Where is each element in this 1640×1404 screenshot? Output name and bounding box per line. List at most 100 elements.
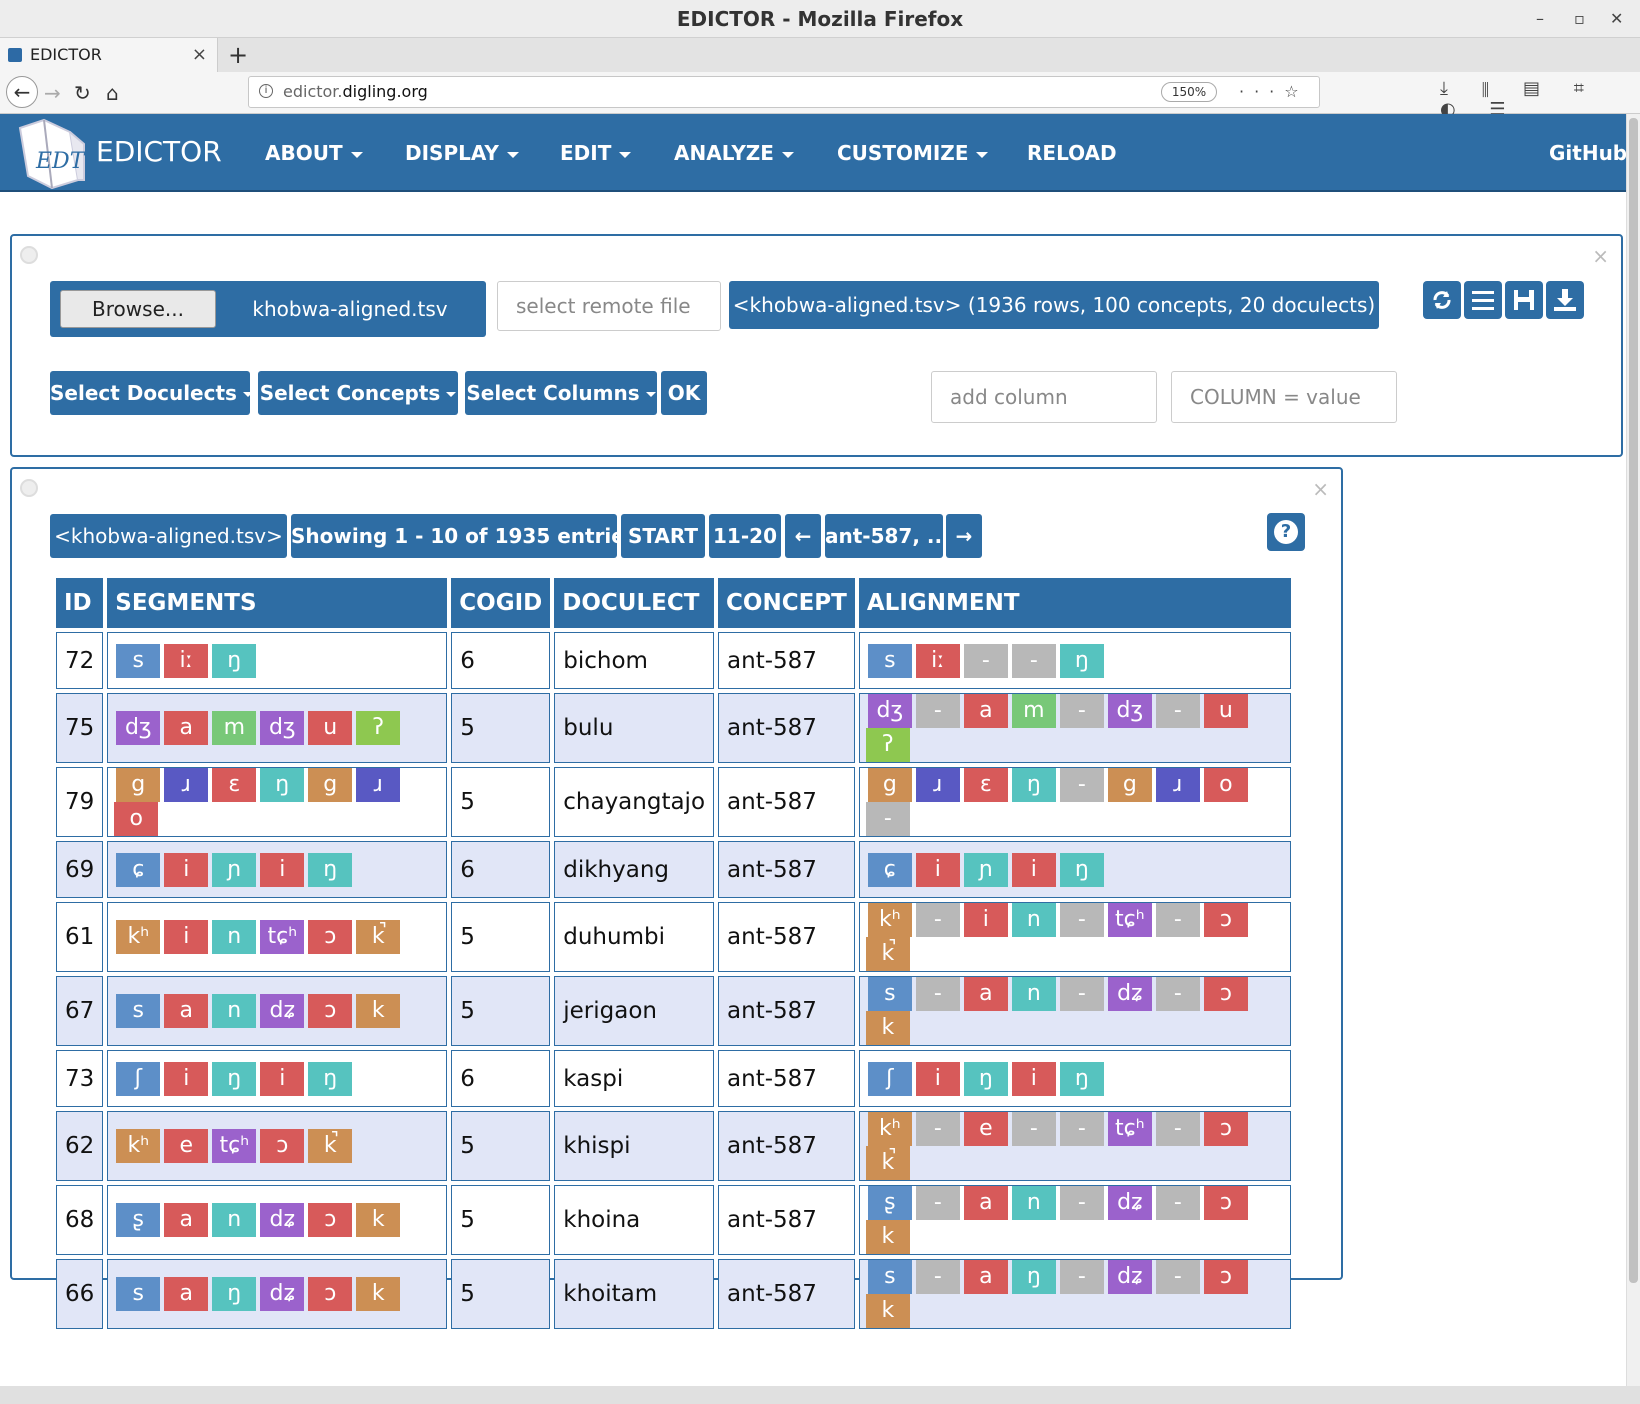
cell-id[interactable]: 75 <box>56 693 104 763</box>
cell-alignment[interactable]: ʃiŋiŋ <box>858 1050 1291 1107</box>
segment-token[interactable]: i <box>164 920 209 954</box>
segment-token[interactable]: dʒ <box>867 694 912 728</box>
segment-token[interactable]: ŋ <box>212 1277 257 1311</box>
segment-token[interactable]: - <box>1059 1260 1104 1294</box>
col-concept[interactable]: CONCEPT <box>718 578 855 628</box>
menu-analyze[interactable]: ANALYZE <box>674 138 794 168</box>
cell-alignment[interactable]: ʂ - a n - dʑ - ɔk <box>858 1185 1291 1255</box>
cell-segments[interactable]: dʒ a m dʒ u ʔ <box>107 693 448 763</box>
back-icon[interactable]: ← <box>6 76 38 108</box>
segment-token[interactable]: ɕ <box>116 852 161 887</box>
close-file-panel-icon[interactable]: × <box>1592 244 1609 268</box>
menu-edit[interactable]: EDIT <box>560 138 632 168</box>
cell-segments[interactable]: s a ŋ dʑ ɔ k <box>107 1259 448 1329</box>
segment-token[interactable]: s <box>116 994 161 1028</box>
segment-token[interactable]: i <box>164 852 209 887</box>
concept-nav-button[interactable]: ant-587, ... <box>825 514 950 558</box>
segment-token[interactable]: - <box>963 643 1008 678</box>
table-row[interactable]: 69 ɕ i ɲ i ŋ 6 dikhyang ant-587 ɕ i ɲ i ŋ <box>56 841 1291 898</box>
close-tab-icon[interactable]: × <box>192 38 207 72</box>
col-doculect[interactable]: DOCULECT <box>554 578 715 628</box>
segment-token[interactable]: - <box>1059 977 1104 1011</box>
segment-token[interactable]: ʂ <box>116 1203 161 1237</box>
segment-token[interactable]: k̚ <box>865 1146 910 1180</box>
segment-token[interactable]: o <box>114 802 159 836</box>
segment-token[interactable]: i <box>260 852 305 887</box>
reload-icon[interactable]: ↻ <box>74 78 91 108</box>
filter-input[interactable]: COLUMN = value <box>1171 371 1397 423</box>
segment-token[interactable]: ŋ <box>1011 768 1056 802</box>
segment-token[interactable]: n <box>1011 977 1056 1011</box>
segment-token[interactable]: - <box>1155 1186 1200 1220</box>
cell-id[interactable]: 73 <box>56 1050 104 1107</box>
segment-token[interactable]: ɔ <box>308 1203 353 1237</box>
segment-token[interactable]: dʒ <box>1107 694 1152 728</box>
segment-token[interactable]: - <box>1155 1112 1200 1146</box>
segment-token[interactable]: g <box>1107 768 1152 802</box>
table-row[interactable]: 79 g ɹ ɛ ŋ g ɹo 5 chayangtajo ant-587 g ɹ ɛ ŋ - g ɹ o- <box>56 767 1291 837</box>
cell-alignment[interactable]: g ɹ ɛ ŋ - g ɹ o- <box>858 767 1291 837</box>
segment-token[interactable]: ɔ <box>1203 903 1248 937</box>
cell-cogid[interactable]: 5 <box>451 1111 551 1181</box>
segment-token[interactable]: kʰ <box>867 1112 912 1146</box>
cell-alignment[interactable]: kʰ - e - - tɕʰ - ɔk̚ <box>858 1111 1291 1181</box>
segment-token[interactable]: kʰ <box>116 1129 161 1163</box>
ok-button[interactable]: OK <box>661 371 707 415</box>
segment-token[interactable]: ɔ <box>1203 1260 1248 1294</box>
segment-token[interactable]: s <box>867 643 912 678</box>
segment-token[interactable]: n <box>212 920 257 954</box>
segment-token[interactable]: i <box>164 1061 209 1096</box>
segment-token[interactable]: ʃ <box>116 1061 161 1096</box>
cell-doculect[interactable]: khoitam <box>554 1259 715 1329</box>
segment-token[interactable]: iː <box>164 643 209 678</box>
segment-token[interactable]: ŋ <box>212 643 257 678</box>
segment-token[interactable]: ʔ <box>865 728 910 762</box>
segment-token[interactable]: a <box>963 694 1008 728</box>
segment-token[interactable]: s <box>116 1277 161 1311</box>
help-button[interactable]: ? <box>1267 513 1305 551</box>
segment-token[interactable]: a <box>963 1260 1008 1294</box>
showing-entries[interactable]: Showing 1 - 10 of 1935 entries <box>291 514 637 558</box>
maximize-icon[interactable]: ▫ <box>1574 0 1585 38</box>
table-row[interactable]: 62 kʰ e tɕʰ ɔ k̚ 5 khispi ant-587 kʰ - e - - tɕʰ - ɔk̚ <box>56 1111 1291 1181</box>
cell-cogid[interactable]: 5 <box>451 1259 551 1329</box>
cell-cogid[interactable]: 6 <box>451 841 551 898</box>
zoom-level[interactable]: 150% <box>1161 82 1217 102</box>
segment-token[interactable]: ɔ <box>308 994 353 1028</box>
segment-token[interactable]: i <box>1011 852 1056 887</box>
segment-token[interactable]: - <box>915 1112 960 1146</box>
segment-token[interactable]: kʰ <box>867 903 912 937</box>
browser-tab[interactable]: EDICTOR × <box>0 38 218 72</box>
segment-token[interactable]: - <box>1155 694 1200 728</box>
scrollbar-thumb[interactable] <box>1629 118 1638 1283</box>
cell-cogid[interactable]: 6 <box>451 632 551 689</box>
cell-alignment[interactable]: s iː - - ŋ <box>858 632 1291 689</box>
segment-token[interactable]: ʔ <box>356 711 401 745</box>
cell-concept[interactable]: ant-587 <box>718 902 855 972</box>
segment-token[interactable]: k <box>865 1294 910 1328</box>
cell-id[interactable]: 72 <box>56 632 104 689</box>
menu-display[interactable]: DISPLAY <box>405 138 519 168</box>
page-scrollbar[interactable] <box>1626 114 1640 1386</box>
segment-token[interactable]: - <box>865 802 910 836</box>
segment-token[interactable]: e <box>963 1112 1008 1146</box>
segment-token[interactable]: ɛ <box>963 768 1008 802</box>
cell-doculect[interactable]: dikhyang <box>554 841 715 898</box>
select-doculects-button[interactable]: Select Doculects <box>50 371 253 415</box>
table-row[interactable]: 66 s a ŋ dʑ ɔ k 5 khoitam ant-587 s - a ŋ - dʑ - ɔk <box>56 1259 1291 1329</box>
segment-token[interactable]: - <box>1155 977 1200 1011</box>
segment-token[interactable]: a <box>963 1186 1008 1220</box>
segment-token[interactable]: ɹ <box>1155 768 1200 802</box>
table-row[interactable]: 67 s a n dʑ ɔ k 5 jerigaon ant-587 s - a n - dʑ - ɔk <box>56 976 1291 1046</box>
segment-token[interactable]: - <box>1155 903 1200 937</box>
segment-token[interactable]: k <box>356 1277 401 1311</box>
segment-token[interactable]: ŋ <box>212 1061 257 1096</box>
segment-token[interactable]: n <box>1011 903 1056 937</box>
segment-token[interactable]: dʒ <box>116 711 161 745</box>
segment-token[interactable]: a <box>164 1203 209 1237</box>
remote-file-input[interactable]: select remote file <box>497 281 721 331</box>
cell-segments[interactable]: s a n dʑ ɔ k <box>107 976 448 1046</box>
close-window-icon[interactable]: ✕ <box>1610 0 1623 38</box>
segment-token[interactable]: ʃ <box>867 1061 912 1096</box>
cell-segments[interactable]: kʰ i n tɕʰ ɔ k̚ <box>107 902 448 972</box>
